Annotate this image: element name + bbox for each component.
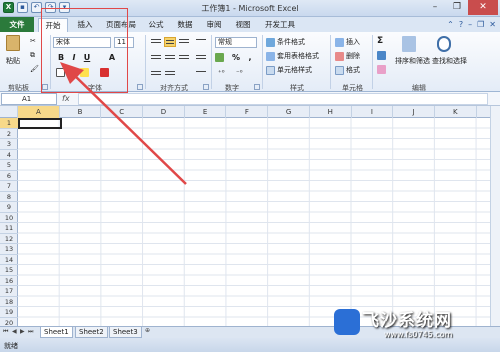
watermark-title: 飞沙系统网	[362, 311, 452, 331]
watermark-url: www.fs0745.com	[384, 330, 453, 339]
watermark-logo-icon	[334, 309, 360, 335]
watermark: 飞沙系统网 www.fs0745.com	[330, 302, 500, 352]
annotation-arrow	[60, 62, 187, 185]
